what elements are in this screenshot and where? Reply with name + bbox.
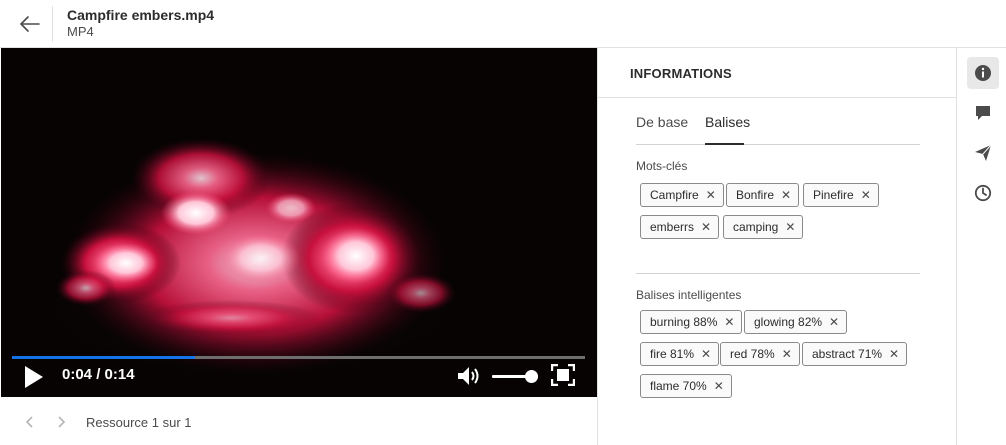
asset-pager: Ressource 1 sur 1 xyxy=(0,400,597,445)
keyword-tag: Campfire ✕ xyxy=(640,183,724,207)
tag-label: burning 88% xyxy=(650,315,718,329)
remove-icon[interactable]: ✕ xyxy=(829,316,839,328)
smart-tag: abstract 71% ✕ xyxy=(802,342,908,366)
tag-label: fire 81% xyxy=(650,347,695,361)
arrow-left-icon xyxy=(20,16,40,32)
asset-title: Campfire embers.mp4 xyxy=(67,7,215,23)
share-button[interactable] xyxy=(967,137,999,169)
smart-tags-label: Balises intelligentes xyxy=(636,288,742,302)
tag-label: camping xyxy=(733,220,779,234)
tab-tags[interactable]: Balises xyxy=(705,114,750,130)
tag-label: flame 70% xyxy=(650,379,707,393)
history-button[interactable] xyxy=(967,177,999,209)
rail-divider xyxy=(956,48,957,445)
tag-label: abstract 71% xyxy=(812,347,883,361)
top-bar: Campfire embers.mp4 MP4 xyxy=(0,0,1006,48)
remove-icon[interactable]: ✕ xyxy=(781,189,791,201)
panel-divider xyxy=(597,48,598,445)
tag-label: red 78% xyxy=(730,347,775,361)
remove-icon[interactable]: ✕ xyxy=(785,221,795,233)
keywords-label: Mots-clés xyxy=(636,159,688,173)
tag-label: emberrs xyxy=(650,220,695,234)
asset-type: MP4 xyxy=(67,24,94,39)
fullscreen-icon[interactable] xyxy=(551,364,575,386)
keyword-tag: emberrs ✕ xyxy=(640,215,720,239)
tab-basic[interactable]: De base xyxy=(636,114,688,130)
remove-icon[interactable]: ✕ xyxy=(706,189,716,201)
smart-tag: fire 81% ✕ xyxy=(640,342,720,366)
back-button[interactable] xyxy=(10,6,50,42)
remove-icon[interactable]: ✕ xyxy=(714,380,724,392)
keyword-tag: camping ✕ xyxy=(723,215,804,239)
remove-icon[interactable]: ✕ xyxy=(701,221,711,233)
tabs-divider xyxy=(636,144,920,145)
volume-icon[interactable] xyxy=(456,365,482,387)
header-divider xyxy=(52,6,53,42)
keyword-tag: Pinefire ✕ xyxy=(803,183,879,207)
share-icon xyxy=(975,144,992,161)
asset-count: Ressource 1 sur 1 xyxy=(86,415,192,430)
remove-icon[interactable]: ✕ xyxy=(889,348,899,360)
smart-tag: burning 88% ✕ xyxy=(640,310,743,334)
section-divider xyxy=(636,273,920,274)
remove-icon[interactable]: ✕ xyxy=(861,189,871,201)
smart-tag: red 78% ✕ xyxy=(720,342,800,366)
comment-icon xyxy=(976,106,990,120)
volume-slider-handle[interactable] xyxy=(524,370,538,383)
remove-icon[interactable]: ✕ xyxy=(724,316,734,328)
tab-active-indicator xyxy=(705,143,744,145)
progress-fill xyxy=(12,356,196,359)
info-icon xyxy=(975,65,991,81)
progress-bar[interactable] xyxy=(12,356,585,359)
info-button[interactable] xyxy=(967,57,999,89)
keyword-tag: Bonfire ✕ xyxy=(726,183,800,207)
comments-button[interactable] xyxy=(967,97,999,129)
smart-tag: glowing 82% ✕ xyxy=(744,310,848,334)
remove-icon[interactable]: ✕ xyxy=(701,348,711,360)
chevron-right-icon[interactable] xyxy=(53,414,69,430)
play-icon[interactable] xyxy=(21,364,47,390)
video-player[interactable]: 0:04 / 0:14 xyxy=(1,48,597,397)
panel-divider-horizontal xyxy=(598,97,956,98)
tag-label: Bonfire xyxy=(736,188,775,202)
video-frame xyxy=(1,48,597,397)
tag-label: Pinefire xyxy=(813,188,854,202)
tag-label: glowing 82% xyxy=(754,315,823,329)
tag-label: Campfire xyxy=(650,188,699,202)
panel-title: INFORMATIONS xyxy=(630,66,732,81)
smart-tag: flame 70% ✕ xyxy=(640,374,732,398)
time-display: 0:04 / 0:14 xyxy=(62,366,135,383)
remove-icon[interactable]: ✕ xyxy=(782,348,792,360)
chevron-left-icon[interactable] xyxy=(22,414,38,430)
history-icon xyxy=(974,184,992,202)
